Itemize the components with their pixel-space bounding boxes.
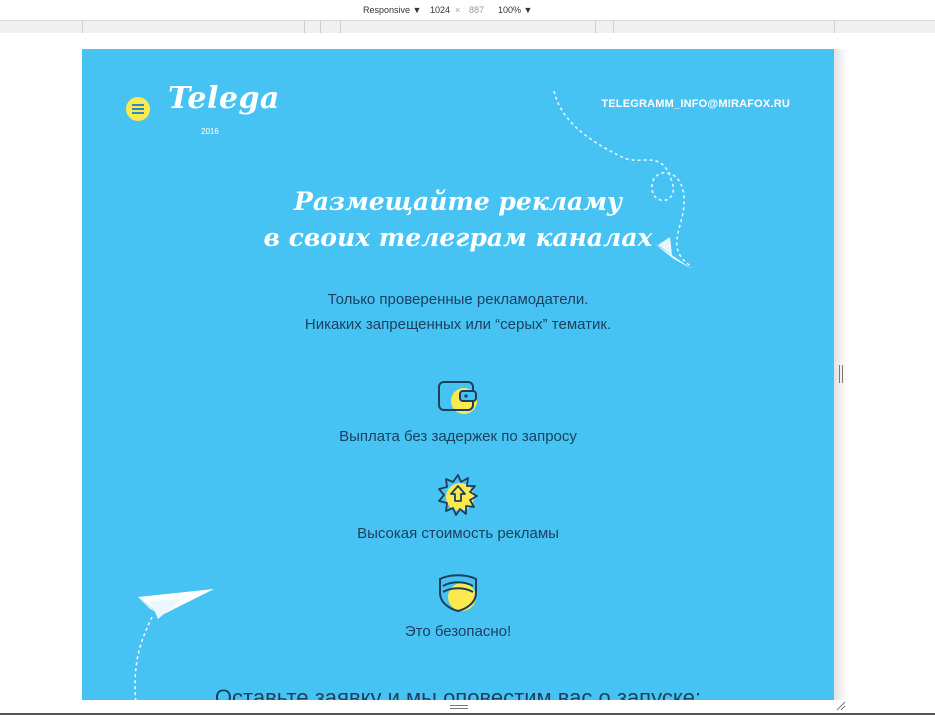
devtools-toolbar: Responsive ▼ 1024 × 887 100% ▼	[0, 0, 935, 20]
feature-label: Выплата без задержек по запросу	[339, 428, 577, 445]
site-logo[interactable]: Telega	[168, 81, 280, 116]
device-mode-label: Responsive	[363, 5, 411, 15]
headline-line-2: в своих телеграм каналах	[263, 223, 653, 252]
dimension-separator: ×	[455, 5, 461, 15]
resize-handle-right[interactable]	[838, 365, 844, 383]
zoom-select[interactable]: 100% ▼	[498, 5, 532, 15]
feature-label: Это безопасно!	[404, 623, 512, 640]
resize-handle-bottom[interactable]	[450, 704, 468, 710]
wallet-icon	[438, 381, 477, 414]
shield-icon	[439, 574, 477, 613]
menu-button[interactable]	[126, 97, 150, 121]
logo-year: 2016	[201, 127, 219, 136]
height-input[interactable]: 887	[469, 5, 484, 15]
page-viewport: Telega 2016 TELEGRAMM_INFO@MIRAFOX.RU Ра…	[82, 49, 834, 700]
subtitle-line-2: Никаких запрещенных или “серых” тематик.	[304, 316, 612, 333]
headline-line-1: Размещайте рекламу	[294, 187, 622, 216]
feature-label: Высокая стоимость рекламы	[357, 525, 559, 542]
width-input[interactable]: 1024	[430, 5, 450, 15]
device-mode-select[interactable]: Responsive ▼	[363, 5, 421, 15]
zoom-label: 100%	[498, 5, 522, 15]
contact-email-link[interactable]: TELEGRAMM_INFO@MIRAFOX.RU	[601, 98, 790, 110]
cta-heading: Оставьте заявку и мы оповестим вас о зап…	[214, 685, 702, 700]
badge-arrow-icon	[438, 474, 478, 516]
subtitle-line-1: Только проверенные рекламодатели.	[327, 291, 589, 308]
media-query-ruler[interactable]	[0, 20, 935, 34]
